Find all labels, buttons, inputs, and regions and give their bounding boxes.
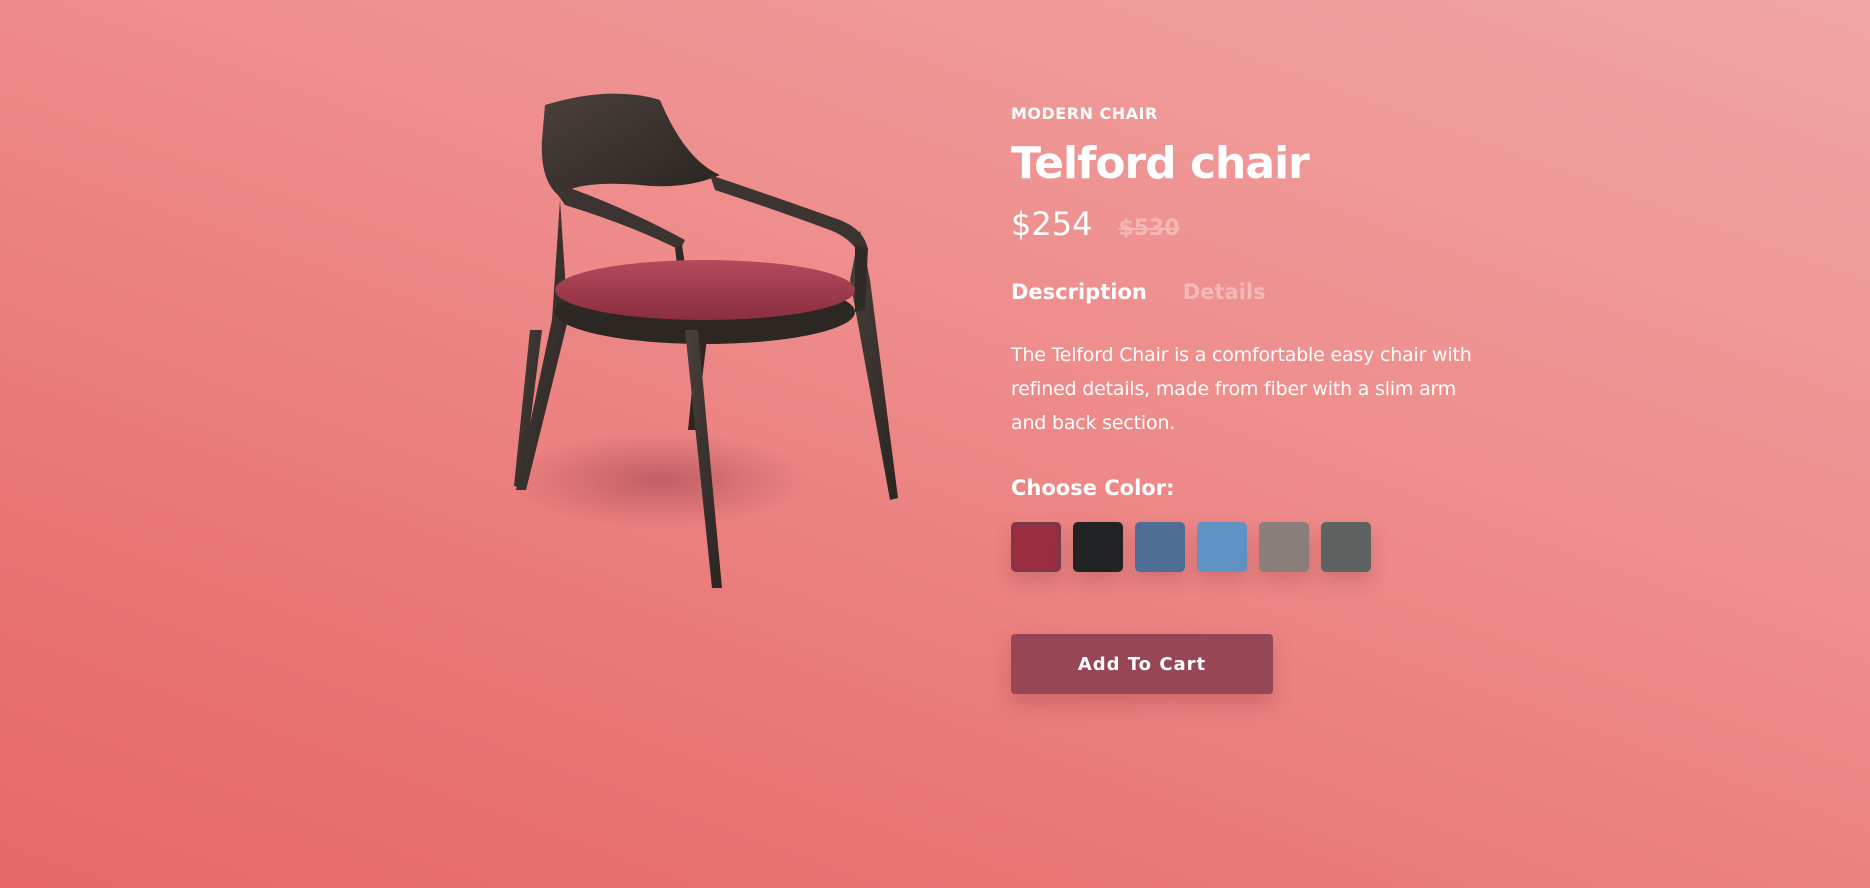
tab-description[interactable]: Description	[1011, 278, 1147, 308]
color-swatches	[1011, 522, 1491, 572]
tab-details[interactable]: Details	[1183, 278, 1266, 308]
color-swatch-taupe[interactable]	[1259, 522, 1309, 572]
color-swatch-grey[interactable]	[1321, 522, 1371, 572]
product-title: Telford chair	[1011, 138, 1310, 189]
product-tabs: Description Details	[1011, 278, 1491, 308]
color-swatch-black[interactable]	[1073, 522, 1123, 572]
product-description: The Telford Chair is a comfortable easy …	[1011, 344, 1472, 434]
current-price: $254	[1011, 205, 1093, 243]
choose-color-label: Choose Color:	[1011, 476, 1175, 500]
old-price: $530	[1118, 216, 1180, 241]
color-swatch-denim-blue[interactable]	[1135, 522, 1185, 572]
chair-image	[470, 80, 940, 620]
product-category: MODERN CHAIR	[1011, 104, 1158, 123]
color-swatch-light-blue[interactable]	[1197, 522, 1247, 572]
product-info: MODERN CHAIR Telford chair $254 $530 Des…	[1011, 104, 1491, 694]
price-row: $254 $530	[1011, 204, 1491, 244]
color-swatch-red[interactable]	[1011, 522, 1061, 572]
add-to-cart-button[interactable]: Add To Cart	[1011, 634, 1273, 694]
product-page: MODERN CHAIR Telford chair $254 $530 Des…	[0, 0, 1870, 888]
